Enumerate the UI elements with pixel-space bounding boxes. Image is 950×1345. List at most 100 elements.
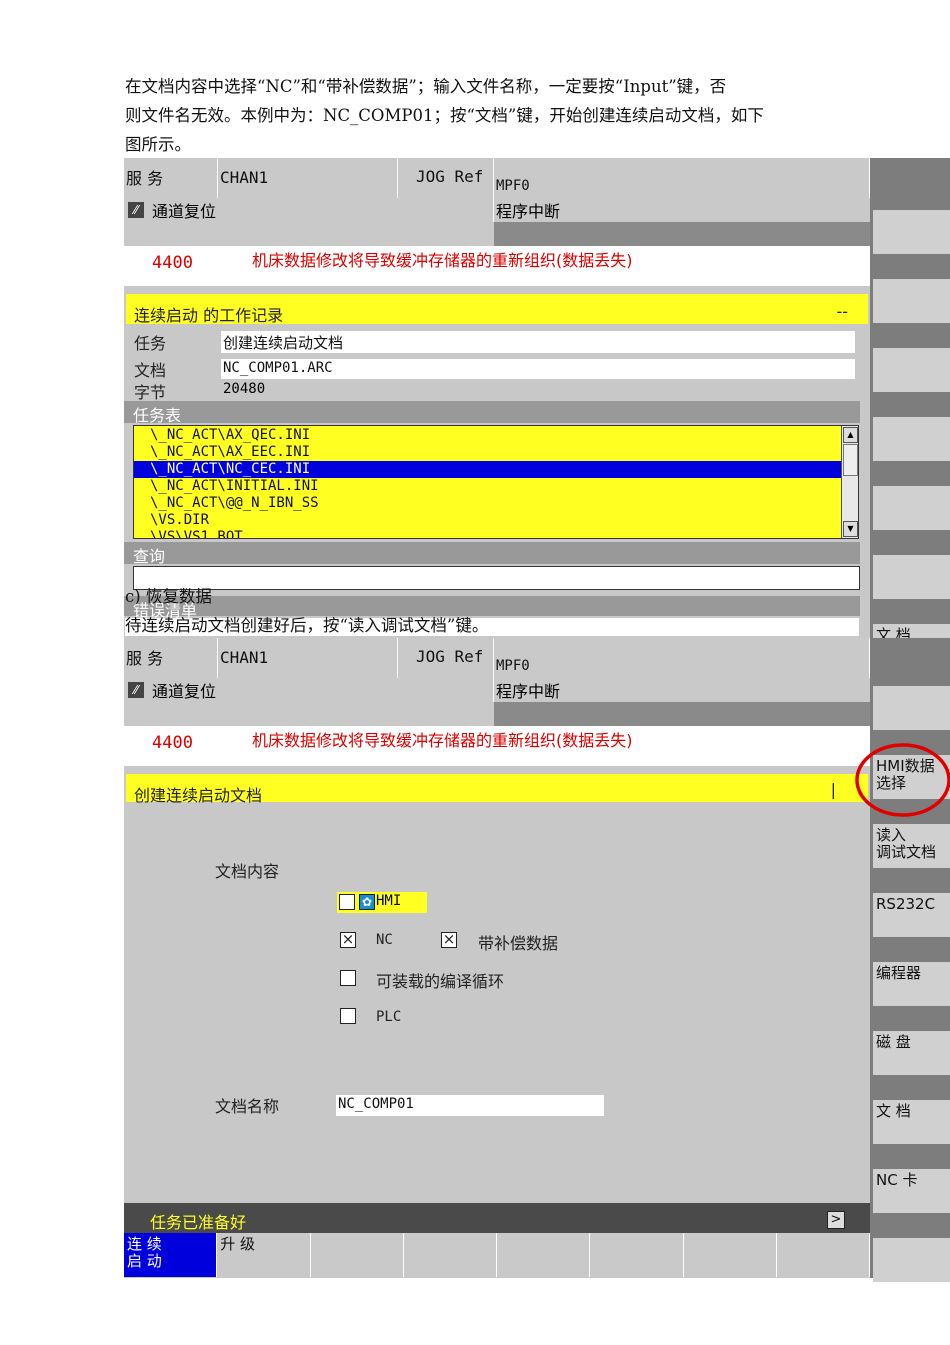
recover-heading: c) 恢复数据 bbox=[125, 587, 212, 606]
option-plc-checkbox[interactable] bbox=[340, 1008, 356, 1024]
screen1-blank-row bbox=[124, 222, 494, 246]
screen1-alarm-number: 4400 bbox=[152, 253, 193, 273]
screen1-tasklist-header: 任务表 bbox=[124, 401, 860, 425]
next-arrow-icon[interactable]: > bbox=[827, 1211, 845, 1229]
task-list-item[interactable]: \_NC_ACT\AX_EEC.INI bbox=[134, 444, 842, 461]
task-list-item[interactable]: \_NC_ACT\INITIAL.INI bbox=[134, 478, 842, 495]
screen1-area-label: 服 务 bbox=[124, 158, 218, 198]
s1-softkey-6[interactable] bbox=[873, 555, 950, 599]
s2-softkey-7[interactable]: 文 档 bbox=[873, 1100, 950, 1144]
tasklist-scrollbar[interactable]: ▲ ▼ bbox=[841, 426, 858, 538]
archive-name-label: 文档名称 bbox=[215, 1097, 280, 1116]
option-comp-label: 带补偿数据 bbox=[478, 934, 559, 953]
screen2-program: MPF0 bbox=[494, 638, 870, 678]
archive-name-input[interactable]: NC_COMP01 bbox=[336, 1095, 604, 1116]
screen1-file-value: NC_COMP01.ARC bbox=[221, 359, 855, 379]
reset-icon: ⁄⁄ bbox=[128, 682, 144, 698]
screen1-blank-row-dark bbox=[494, 222, 870, 246]
screen2-alarm-line: 4400 机床数据修改将导致缓冲存储器的重新组织(数据丢失) bbox=[124, 726, 870, 766]
screen2-blank-row bbox=[124, 702, 494, 726]
option-hmi-checkbox[interactable] bbox=[339, 894, 355, 910]
screen2-program-status-row: 程序中断 bbox=[494, 678, 870, 702]
s2-softkey-5[interactable]: 编程器 bbox=[873, 962, 950, 1006]
reset-icon: ⁄⁄ bbox=[128, 202, 144, 218]
screen1-tasklist[interactable]: \_NC_ACT\AX_QEC.INI \_NC_ACT\AX_EEC.INI \_… bbox=[133, 425, 859, 539]
screen2-status-bar: 任务已准备好 > bbox=[124, 1203, 870, 1233]
task-list-item[interactable]: \VS.DIR bbox=[134, 512, 842, 529]
bottom-key-6[interactable] bbox=[590, 1233, 684, 1277]
screen1-channel: CHAN1 bbox=[218, 158, 398, 198]
option-hmi-label: HMI bbox=[376, 893, 402, 909]
screen2-area-label: 服 务 bbox=[124, 638, 218, 678]
bottom-key-4[interactable] bbox=[403, 1233, 497, 1277]
scroll-thumb[interactable] bbox=[843, 444, 858, 476]
s2-softkey-3[interactable]: 读入 调试文档 bbox=[873, 824, 950, 868]
option-hmi-row[interactable]: ✿ HMI bbox=[337, 892, 427, 913]
task-list-item[interactable]: \_NC_ACT\AX_QEC.INI bbox=[134, 427, 842, 444]
s1-softkey-5[interactable] bbox=[873, 486, 950, 530]
bottom-key-1[interactable]: 连 续 启 动 bbox=[124, 1233, 218, 1277]
screen2-alarm-number: 4400 bbox=[152, 733, 193, 753]
s1-softkey-3[interactable] bbox=[873, 348, 950, 392]
screen1-query-header: 查询 bbox=[124, 542, 860, 566]
option-comp-checkbox[interactable]: × bbox=[441, 932, 457, 948]
task-list-item[interactable]: \VS\VS1.BOT bbox=[134, 529, 842, 538]
recover-paragraph: 待连续启动文档创建好后，按“读入调试文档”键。 bbox=[125, 616, 489, 635]
screen2-title: 创建连续启动文档 bbox=[134, 786, 263, 805]
option-nc-checkbox[interactable]: × bbox=[340, 932, 356, 948]
screen1-file-label: 文档 bbox=[134, 361, 167, 380]
screen1-title-mark: -- bbox=[836, 302, 848, 321]
screen2-channel-status-row: ⁄⁄ 通道复位 bbox=[124, 678, 494, 702]
s1-softkey-4[interactable] bbox=[873, 417, 950, 461]
screen1-program-status-row: 程序中断 bbox=[494, 198, 870, 222]
screen1-alarm-line: 4400 机床数据修改将导致缓冲存储器的重新组织(数据丢失) bbox=[124, 246, 870, 286]
content-label: 文档内容 bbox=[215, 862, 280, 881]
screen1-channel-status-row: ⁄⁄ 通道复位 bbox=[124, 198, 494, 222]
scroll-up-arrow-icon[interactable]: ▲ bbox=[843, 427, 858, 443]
task-list-item[interactable]: \_NC_ACT\NC_CEC.INI bbox=[134, 461, 842, 478]
cursor-focus-icon: ✿ bbox=[359, 894, 375, 910]
status-text: 任务已准备好 bbox=[150, 1213, 247, 1232]
option-plc-label: PLC bbox=[376, 1009, 402, 1025]
bottom-key-8[interactable] bbox=[776, 1233, 870, 1277]
bottom-key-2[interactable]: 升 级 bbox=[217, 1233, 311, 1277]
highlight-ellipse-shape bbox=[855, 743, 950, 817]
screen2-alarm-message: 机床数据修改将导致缓冲存储器的重新组织(数据丢失) bbox=[252, 731, 633, 750]
intro-line-2: 则文件名无效。本例中为：NC_COMP01；按“文档”键，开始创建连续启动文档，… bbox=[125, 106, 764, 125]
bottom-key-3[interactable] bbox=[310, 1233, 404, 1277]
screen2-channel-status: 通道复位 bbox=[152, 682, 217, 701]
option-cycles-label: 可装载的编译循环 bbox=[376, 972, 505, 991]
s2-softkey-1[interactable] bbox=[873, 686, 950, 730]
s2-softkey-8[interactable]: NC 卡 bbox=[873, 1169, 950, 1213]
intro-line-3: 图所示。 bbox=[125, 135, 191, 154]
intro-line-1: 在文档内容中选择“NC”和“带补偿数据”；输入文件名称，一定要按“Input”键… bbox=[125, 77, 727, 96]
bottom-key-7[interactable] bbox=[683, 1233, 777, 1277]
screen2-blank-row-dark bbox=[494, 702, 870, 726]
scroll-down-arrow-icon[interactable]: ▼ bbox=[843, 521, 858, 537]
highlight-ellipse bbox=[855, 743, 950, 817]
screen1-softkey-column: 文 档 停 止 bbox=[870, 158, 950, 668]
screen1-alarm-message: 机床数据修改将导致缓冲存储器的重新组织(数据丢失) bbox=[252, 251, 633, 270]
s1-softkey-1[interactable] bbox=[873, 210, 950, 254]
screen2-channel: CHAN1 bbox=[218, 638, 398, 678]
screen1-bytes-value: 20480 bbox=[223, 381, 266, 397]
screen1-program-status: 程序中断 bbox=[496, 202, 561, 221]
screen1-mode: JOG Ref bbox=[398, 158, 494, 198]
screen1-bytes-label: 字节 bbox=[134, 383, 167, 402]
task-list-item[interactable]: \_NC_ACT\@@_N_IBN_SS bbox=[134, 495, 842, 512]
s2-softkey-6[interactable]: 磁 盘 bbox=[873, 1031, 950, 1075]
option-cycles-checkbox[interactable] bbox=[340, 970, 356, 986]
screen1-title: 连续启动 的工作记录 bbox=[134, 306, 284, 325]
intro-paragraph: 在文档内容中选择“NC”和“带补偿数据”；输入文件名称，一定要按“Input”键… bbox=[125, 72, 870, 159]
s1-softkey-2[interactable] bbox=[873, 279, 950, 323]
screen1-query-field[interactable] bbox=[133, 566, 860, 590]
bottom-key-5[interactable] bbox=[497, 1233, 591, 1277]
s2-softkey-9[interactable] bbox=[873, 1238, 950, 1282]
task-list-rows: \_NC_ACT\AX_QEC.INI \_NC_ACT\AX_EEC.INI \_… bbox=[134, 427, 842, 538]
screen2-program-status: 程序中断 bbox=[496, 682, 561, 701]
screen2-title-bar: 创建连续启动文档 | bbox=[126, 774, 868, 805]
option-nc-label: NC bbox=[376, 932, 393, 948]
screen1-program: MPF0 bbox=[494, 158, 870, 198]
screen1-title-bar: 连续启动 的工作记录 -- bbox=[126, 294, 868, 325]
s2-softkey-4[interactable]: RS232C bbox=[873, 893, 950, 937]
